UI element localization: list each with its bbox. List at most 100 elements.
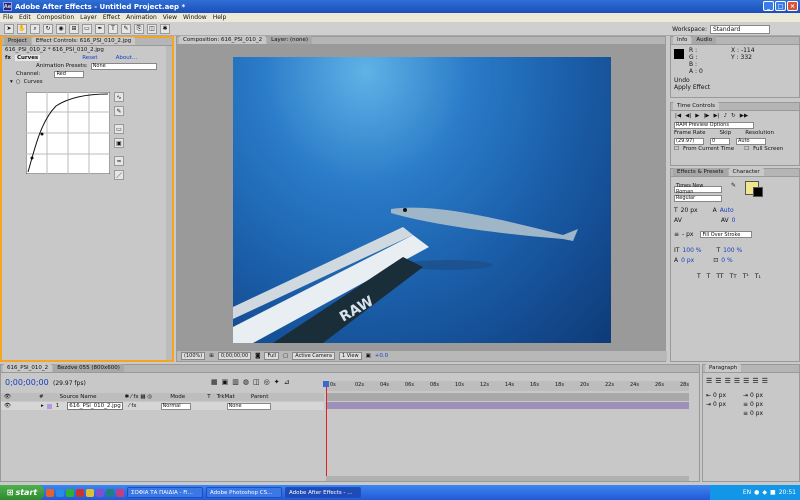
col-t[interactable]: T [207,394,210,400]
superscript-icon[interactable]: T¹ [743,273,749,280]
indent-first-value[interactable]: 0 px [713,401,726,408]
rotate-tool-icon[interactable]: ↻ [43,23,53,34]
eyedropper-icon[interactable]: ✎ [731,182,736,189]
tab-effect-controls[interactable]: Effect Controls: 616_PSI_010_2.jpg [31,37,136,45]
about-link[interactable]: About... [116,55,138,61]
minimize-button[interactable]: _ [763,1,774,11]
tab-time-controls[interactable]: Time Controls [673,102,719,110]
save-curve-icon[interactable]: ▣ [114,138,124,148]
play-icon[interactable]: ▶ [695,113,699,119]
layer-mode-select[interactable]: Normal [160,402,191,410]
first-frame-icon[interactable]: |◀ [675,113,681,119]
pan-behind-tool-icon[interactable]: ⊞ [69,23,79,34]
footage-image[interactable]: RAW [233,57,611,343]
folder-icon[interactable] [86,488,94,497]
brainstorm-icon[interactable]: ✦ [274,378,280,386]
layer-row[interactable]: 👁 ▸ 1 616_PSI_010_2.jpg ⁄ fx Normal None [1,402,324,410]
layer-duration-bar[interactable] [326,402,689,409]
app-icon-4[interactable] [116,488,124,497]
all-caps-icon[interactable]: TT [716,273,723,280]
toggle-icon[interactable]: ▣ [366,353,371,359]
firefox-icon[interactable] [46,488,54,497]
start-button[interactable]: ⊞ start [0,485,44,500]
language-indicator[interactable]: EN [743,489,751,496]
channel-select[interactable]: Red [54,70,85,78]
comp-mini-flowchart-icon[interactable]: ▣ [222,378,229,386]
indent-right-value[interactable]: 0 px [750,392,763,399]
small-caps-icon[interactable]: Tт [730,273,737,280]
clone-tool-icon[interactable]: ⎘ [134,23,144,34]
col-parent[interactable]: Parent [251,394,269,400]
tab-paragraph[interactable]: Paragraph [705,364,742,372]
puppet-tool-icon[interactable]: ✱ [160,23,170,34]
expand-layer-icon[interactable]: ▸ [41,403,44,409]
workspace-select[interactable]: Standard [710,25,770,34]
smooth-icon[interactable]: ≈ [114,156,124,166]
playhead-handle[interactable] [323,381,329,387]
app-icon-2[interactable] [96,488,104,497]
font-select[interactable]: Times New Roman [674,183,722,195]
mask-tool-icon[interactable]: ▭ [82,23,92,34]
menu-window[interactable]: Window [183,14,207,21]
time-ruler[interactable]: 0s 02s 04s 06s 08s 10s 12s 14s 16s 18s 20s 22s 24s 26… [326,381,689,391]
app-icon-3[interactable] [106,488,114,497]
tray-icon-1[interactable]: ● [754,489,759,496]
ram-preview-icon[interactable]: ▶▶ [740,113,748,119]
baseline-shift-value[interactable]: 0 px [681,257,694,264]
pen-tool-icon[interactable]: ✒ [95,23,105,34]
font-style-select[interactable]: Regular [674,194,722,202]
tray-icon-2[interactable]: ◆ [762,489,767,496]
media-icon[interactable] [76,488,84,497]
reset-curve-icon[interactable]: ／ [114,170,124,180]
live-update-icon[interactable]: ▦ [211,378,218,386]
views-select[interactable]: 1 View [338,352,362,360]
faux-italic-icon[interactable]: T [707,273,711,280]
close-button[interactable]: × [787,1,798,11]
full-screen-checkbox[interactable]: ☐ [744,146,749,152]
align-center-icon[interactable]: ☰ [715,377,721,385]
leading-value[interactable]: Auto [720,207,734,214]
selection-tool-icon[interactable]: ➤ [4,23,14,34]
ie-icon[interactable] [56,488,64,497]
col-mode[interactable]: Mode [170,394,185,400]
layer-parent-select[interactable]: None [226,402,271,410]
eraser-tool-icon[interactable]: ◫ [147,23,157,34]
curve-tool-icon[interactable]: ∿ [114,92,124,102]
justify-all-icon[interactable]: ☰ [762,377,768,385]
layer-switches-icon[interactable]: ⁄ fx [129,403,137,409]
tab-effects-presets[interactable]: Effects & Presets [673,168,728,176]
frame-blending-icon[interactable]: ◫ [253,378,260,386]
next-frame-icon[interactable]: |▶ [703,113,709,119]
brush-tool-icon[interactable]: ✎ [121,23,131,34]
menu-help[interactable]: Help [213,14,227,21]
tab-info[interactable]: Info [673,36,692,44]
stroke-color-swatch[interactable] [753,187,763,197]
grid-icon[interactable]: ⊞ [209,353,214,359]
tab-layer[interactable]: Layer: (none) [267,36,312,44]
align-left-icon[interactable]: ☰ [706,377,712,385]
chevron-down-icon[interactable]: ▾ [10,79,13,85]
zoom-tool-icon[interactable]: ⌕ [30,23,40,34]
indent-left-value[interactable]: 0 px [713,392,726,399]
audio-icon[interactable]: ♪ [724,113,728,119]
zoom-select[interactable]: (100%) [181,352,206,360]
layer-name[interactable]: 616_PSI_010_2.jpg [67,402,123,410]
tray-icon-3[interactable]: ■ [770,489,776,496]
timecode-display[interactable]: 0;00;00;00 [217,352,252,360]
loop-icon[interactable]: ↻ [731,113,736,119]
visibility-icon[interactable]: 👁 [4,403,11,409]
resolution-select[interactable]: Full [264,352,280,360]
frame-rate-select[interactable]: (29.97) [674,137,704,145]
roi-icon[interactable]: ▢ [283,353,288,359]
camera-snapshot-icon[interactable]: ◙ [255,353,260,359]
task-photoshop[interactable]: Adobe Photoshop CS... [206,487,282,498]
justify-right-icon[interactable]: ☰ [752,377,758,385]
justify-left-icon[interactable]: ☰ [734,377,740,385]
justify-center-icon[interactable]: ☰ [743,377,749,385]
menu-animation[interactable]: Animation [126,14,157,21]
maximize-button[interactable]: □ [775,1,786,11]
tab-timeline-comp2[interactable]: Bezdve 055 (800x600) [53,364,124,372]
pencil-tool-icon[interactable]: ✎ [114,106,124,116]
prev-frame-icon[interactable]: ◀| [685,113,691,119]
skip-field[interactable]: 0 [710,137,730,145]
